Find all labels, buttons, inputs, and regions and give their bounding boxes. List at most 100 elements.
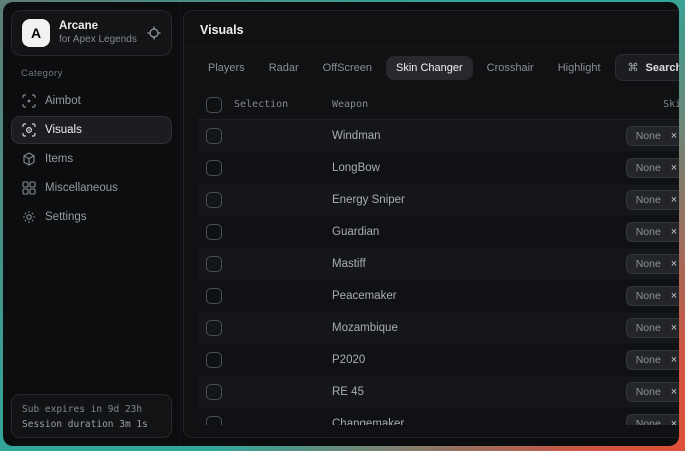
sidebar-item-label: Settings: [45, 211, 87, 223]
tab-radar[interactable]: Radar: [259, 56, 309, 80]
main-area: Visuals Players Radar OffScreen Skin Change…: [181, 2, 679, 446]
sidebar-item-items[interactable]: Items: [11, 145, 172, 173]
app-window: A Arcane for Apex Legends Category Aimbo…: [3, 2, 679, 446]
weapon-name: Changemaker: [332, 418, 626, 425]
table-row: Windman None ×: [198, 120, 679, 152]
weapon-name: RE 45: [332, 386, 626, 398]
skin-value: None: [636, 194, 661, 206]
tab-label: Radar: [269, 62, 299, 74]
row-checkbox[interactable]: [206, 256, 222, 272]
target-icon[interactable]: [147, 26, 161, 40]
tab-highlight[interactable]: Highlight: [548, 56, 611, 80]
sidebar-item-label: Miscellaneous: [45, 182, 118, 194]
tab-offscreen[interactable]: OffScreen: [313, 56, 382, 80]
select-all-checkbox[interactable]: [206, 97, 222, 113]
tab-crosshair[interactable]: Crosshair: [477, 56, 544, 80]
main-panel: Visuals Players Radar OffScreen Skin Change…: [183, 10, 679, 438]
sub-expiry-text: Sub expires in 9d 23h: [22, 402, 161, 417]
tab-bar: Players Radar OffScreen Skin Changer Crossha…: [184, 47, 679, 90]
app-title: Arcane: [59, 20, 138, 33]
table-row: Peacemaker None ×: [198, 280, 679, 312]
skin-selector-badge[interactable]: None ×: [626, 318, 679, 338]
tabs: Players Radar OffScreen Skin Changer Crossha…: [198, 56, 611, 80]
skin-value: None: [636, 130, 661, 142]
column-skin: Skin: [663, 99, 679, 110]
settings-icon: [22, 210, 36, 224]
row-checkbox[interactable]: [206, 384, 222, 400]
skin-selector-badge[interactable]: None ×: [626, 254, 679, 274]
skin-selector-badge[interactable]: None ×: [626, 158, 679, 178]
table-row: Guardian None ×: [198, 216, 679, 248]
skin-selector-badge[interactable]: None ×: [626, 190, 679, 210]
sidebar-items: Aimbot Visuals Items Miscellaneous Setti…: [11, 87, 172, 231]
row-checkbox[interactable]: [206, 224, 222, 240]
skin-selector-badge[interactable]: None ×: [626, 350, 679, 370]
row-checkbox[interactable]: [206, 192, 222, 208]
skin-value: None: [636, 258, 661, 270]
skin-value: None: [636, 418, 661, 425]
tab-label: Skin Changer: [396, 62, 463, 74]
table-row: P2020 None ×: [198, 344, 679, 376]
table-row: Energy Sniper None ×: [198, 184, 679, 216]
weapon-name: Mastiff: [332, 258, 626, 270]
tab-skin-changer[interactable]: Skin Changer: [386, 56, 473, 80]
skin-value: None: [636, 290, 661, 302]
page-title: Visuals: [184, 11, 679, 47]
tab-label: Crosshair: [487, 62, 534, 74]
skin-table: Selection Weapon Skin Windman None × Lon…: [198, 90, 679, 425]
close-icon[interactable]: ×: [671, 227, 677, 238]
skin-selector-badge[interactable]: None ×: [626, 126, 679, 146]
skin-value: None: [636, 354, 661, 366]
skin-selector-badge[interactable]: None ×: [626, 382, 679, 402]
row-checkbox[interactable]: [206, 160, 222, 176]
tab-players[interactable]: Players: [198, 56, 255, 80]
weapon-name: Peacemaker: [332, 290, 626, 302]
close-icon[interactable]: ×: [671, 259, 677, 270]
category-label: Category: [21, 68, 172, 79]
close-icon[interactable]: ×: [671, 195, 677, 206]
sidebar-spacer: [11, 231, 172, 394]
row-checkbox[interactable]: [206, 352, 222, 368]
sidebar: A Arcane for Apex Legends Category Aimbo…: [3, 2, 181, 446]
skin-selector-badge[interactable]: None ×: [626, 286, 679, 306]
sidebar-item-label: Aimbot: [45, 95, 81, 107]
weapon-name: LongBow: [332, 162, 626, 174]
visuals-icon: [22, 123, 36, 137]
sidebar-item-aimbot[interactable]: Aimbot: [11, 87, 172, 115]
sidebar-item-settings[interactable]: Settings: [11, 203, 172, 231]
close-icon[interactable]: ×: [671, 355, 677, 366]
tab-label: Players: [208, 62, 245, 74]
weapon-name: Energy Sniper: [332, 194, 626, 206]
tab-label: OffScreen: [323, 62, 372, 74]
app-logo: A: [22, 19, 50, 47]
session-duration-text: Session duration 3m 1s: [22, 417, 161, 432]
row-checkbox[interactable]: [206, 288, 222, 304]
close-icon[interactable]: ×: [671, 419, 677, 426]
skin-selector-badge[interactable]: None ×: [626, 222, 679, 242]
sidebar-item-label: Visuals: [45, 124, 82, 136]
sidebar-item-miscellaneous[interactable]: Miscellaneous: [11, 174, 172, 202]
items-icon: [22, 152, 36, 166]
close-icon[interactable]: ×: [671, 131, 677, 142]
close-icon[interactable]: ×: [671, 291, 677, 302]
search-button[interactable]: ⌘ Search: [615, 54, 679, 81]
skin-selector-badge[interactable]: None ×: [626, 414, 679, 425]
table-row: RE 45 None ×: [198, 376, 679, 408]
column-selection: Selection: [222, 99, 332, 110]
close-icon[interactable]: ×: [671, 163, 677, 174]
skin-value: None: [636, 386, 661, 398]
close-icon[interactable]: ×: [671, 387, 677, 398]
skin-value: None: [636, 226, 661, 238]
sidebar-item-visuals[interactable]: Visuals: [11, 116, 172, 144]
row-checkbox[interactable]: [206, 320, 222, 336]
close-icon[interactable]: ×: [671, 323, 677, 334]
table-row: Mastiff None ×: [198, 248, 679, 280]
row-checkbox[interactable]: [206, 128, 222, 144]
subscription-card: Sub expires in 9d 23h Session duration 3…: [11, 394, 172, 438]
weapon-name: Guardian: [332, 226, 626, 238]
command-icon: ⌘: [628, 61, 639, 74]
table-body: Windman None × LongBow None × Energy Sni…: [198, 120, 679, 425]
skin-value: None: [636, 162, 661, 174]
app-titles: Arcane for Apex Legends: [59, 20, 138, 46]
row-checkbox[interactable]: [206, 416, 222, 425]
